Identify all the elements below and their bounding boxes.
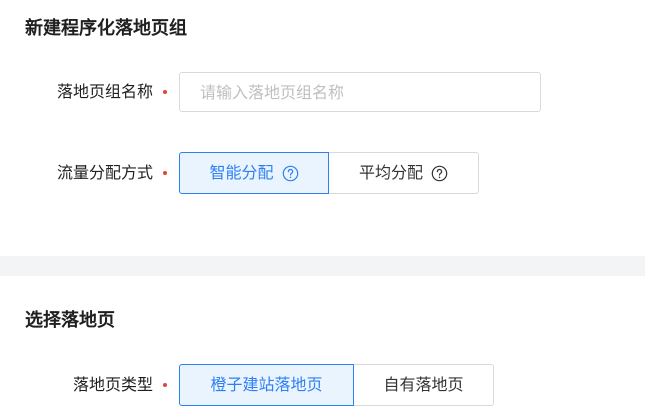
option-average-allocation-label: 平均分配	[358, 163, 423, 182]
select-landing-page-card: 选择落地页 落地页类型 橙子建站落地页 自有落地页	[0, 276, 645, 417]
option-own-landing-page-label: 自有落地页	[383, 375, 464, 394]
option-own-landing-page[interactable]: 自有落地页	[354, 364, 494, 406]
option-chengzi-landing-page[interactable]: 橙子建站落地页	[179, 364, 354, 406]
landing-page-type-label: 落地页类型	[72, 375, 153, 394]
option-average-allocation[interactable]: 平均分配	[329, 152, 479, 194]
option-chengzi-landing-page-label: 橙子建站落地页	[210, 375, 323, 394]
section-divider	[0, 256, 645, 276]
help-circle-icon[interactable]	[431, 165, 448, 182]
option-smart-allocation[interactable]: 智能分配	[179, 152, 329, 194]
required-indicator	[163, 171, 167, 175]
group-name-input[interactable]	[179, 72, 541, 112]
new-landing-page-group-card: 新建程序化落地页组 落地页组名称 流量分配方式 智能分配 平均分配	[0, 0, 645, 256]
section-title-select-page: 选择落地页	[25, 310, 115, 331]
section-title-new-group: 新建程序化落地页组	[25, 18, 187, 39]
traffic-allocation-label: 流量分配方式	[56, 163, 153, 182]
help-circle-icon[interactable]	[282, 165, 299, 182]
group-name-label: 落地页组名称	[56, 82, 153, 101]
required-indicator	[163, 90, 167, 94]
option-smart-allocation-label: 智能分配	[209, 163, 274, 182]
required-indicator	[163, 383, 167, 387]
